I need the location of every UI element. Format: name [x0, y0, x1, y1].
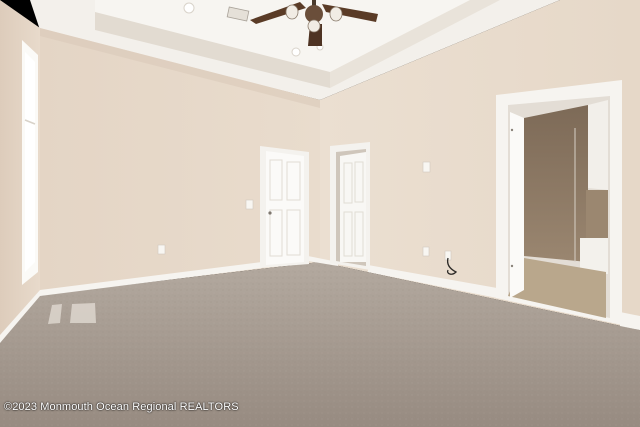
sunlight-patch [70, 303, 96, 323]
door-knob [268, 211, 272, 215]
bedroom-scene [0, 0, 640, 427]
bath-tile-wall [524, 105, 588, 262]
closet-door [266, 151, 304, 265]
light-switch [422, 161, 431, 173]
room-photo: ©2023 Monmouth Ocean Regional REALTORS [0, 0, 640, 427]
copyright-watermark: ©2023 Monmouth Ocean Regional REALTORS [4, 401, 239, 413]
bath-door [510, 112, 524, 298]
door-hinge [510, 264, 514, 268]
recessed-light [291, 47, 301, 57]
bath-tile-ledge [586, 190, 608, 238]
recessed-light [183, 2, 195, 14]
door-hinge [510, 128, 514, 132]
wall-outlet [157, 244, 166, 255]
bath-right-wall [588, 100, 608, 190]
wall-outlet [422, 246, 430, 257]
light-switch [245, 199, 254, 210]
window-glass [25, 52, 35, 272]
